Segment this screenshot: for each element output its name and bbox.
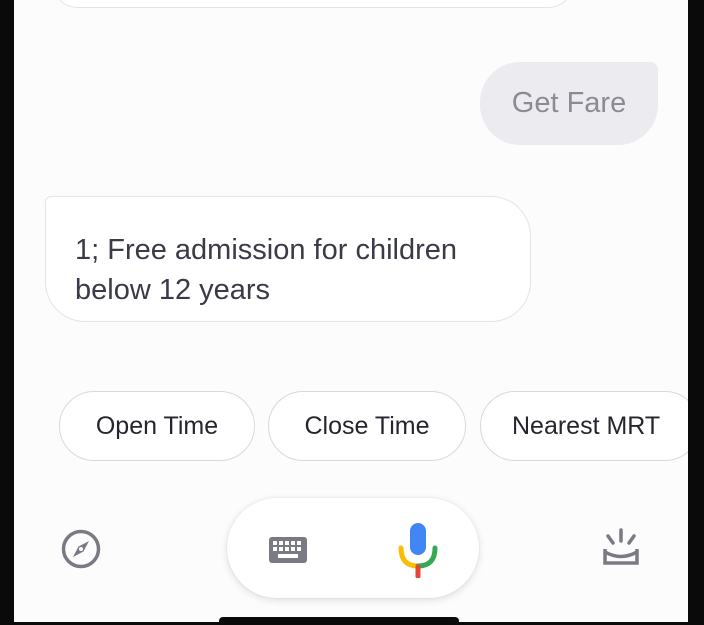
- bottom-bar: [14, 495, 688, 622]
- user-message-bubble: Get Fare: [480, 62, 658, 145]
- previous-message-bubble: [52, 0, 574, 8]
- input-pill: [227, 498, 479, 598]
- keyboard-icon[interactable]: [269, 537, 307, 563]
- chip-close-time[interactable]: Close Time: [268, 391, 466, 461]
- assistant-reply-line-2: below 12 years: [75, 274, 271, 306]
- chip-nearest-mrt[interactable]: Nearest MRT: [480, 391, 688, 461]
- chip-open-time[interactable]: Open Time: [59, 391, 255, 461]
- assistant-reply-bubble: 1; Free admission for children below 12 …: [45, 196, 531, 322]
- assistant-screen: Get Fare 1; Free admission for children …: [14, 0, 688, 622]
- assistant-reply-line-1: 1; Free admission for children: [75, 234, 457, 266]
- home-indicator[interactable]: [219, 617, 459, 625]
- chip-label: Close Time: [304, 411, 430, 440]
- chip-label: Open Time: [95, 411, 219, 440]
- compass-icon[interactable]: [60, 528, 102, 570]
- updates-icon[interactable]: [602, 527, 640, 567]
- microphone-icon[interactable]: [397, 521, 439, 579]
- chip-label: Nearest MRT: [512, 411, 661, 440]
- user-message-text: Get Fare: [511, 87, 627, 119]
